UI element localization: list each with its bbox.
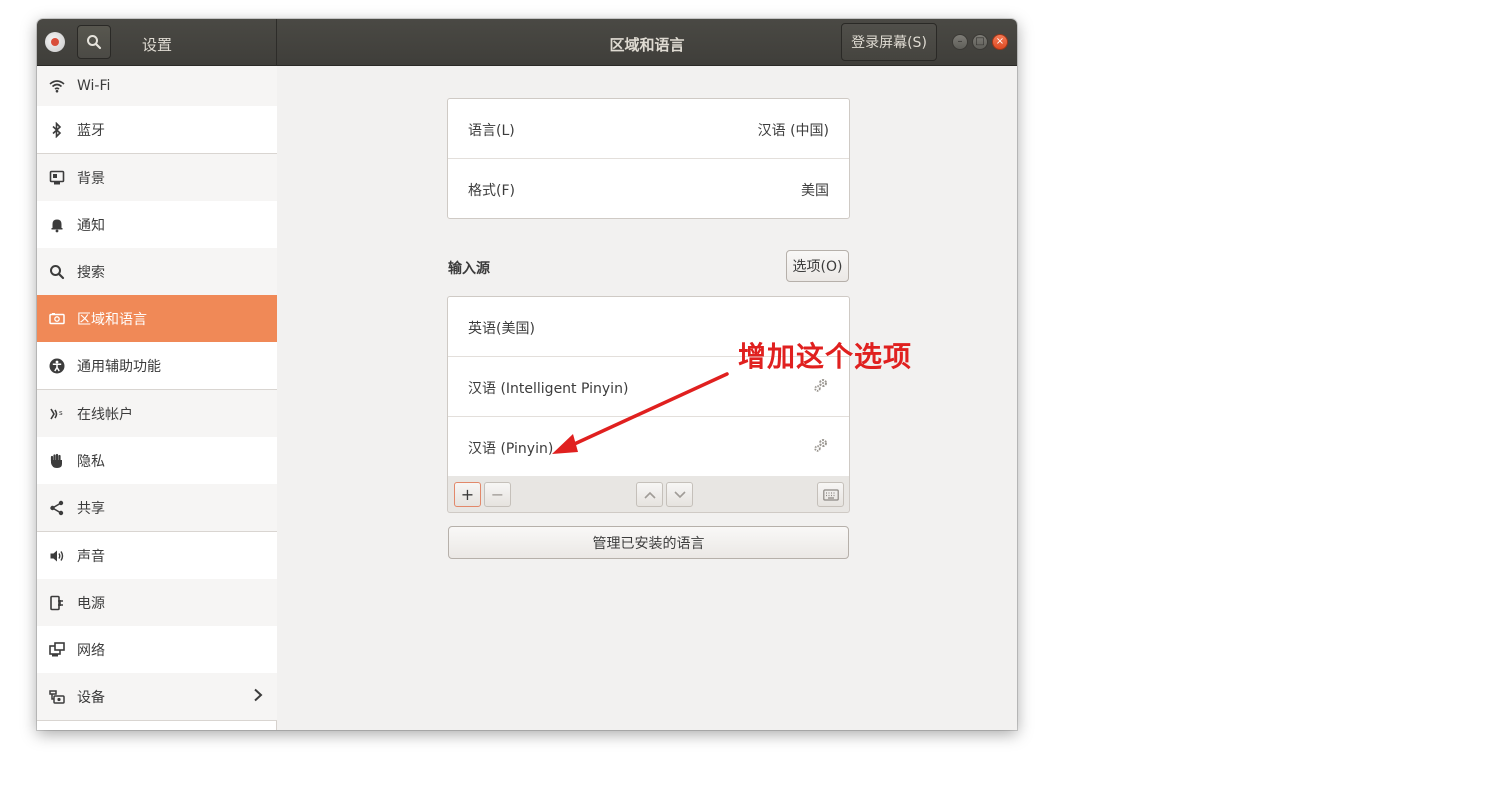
annotation-arrow <box>552 372 729 454</box>
annotation-text: 增加这个选项 <box>738 340 913 373</box>
